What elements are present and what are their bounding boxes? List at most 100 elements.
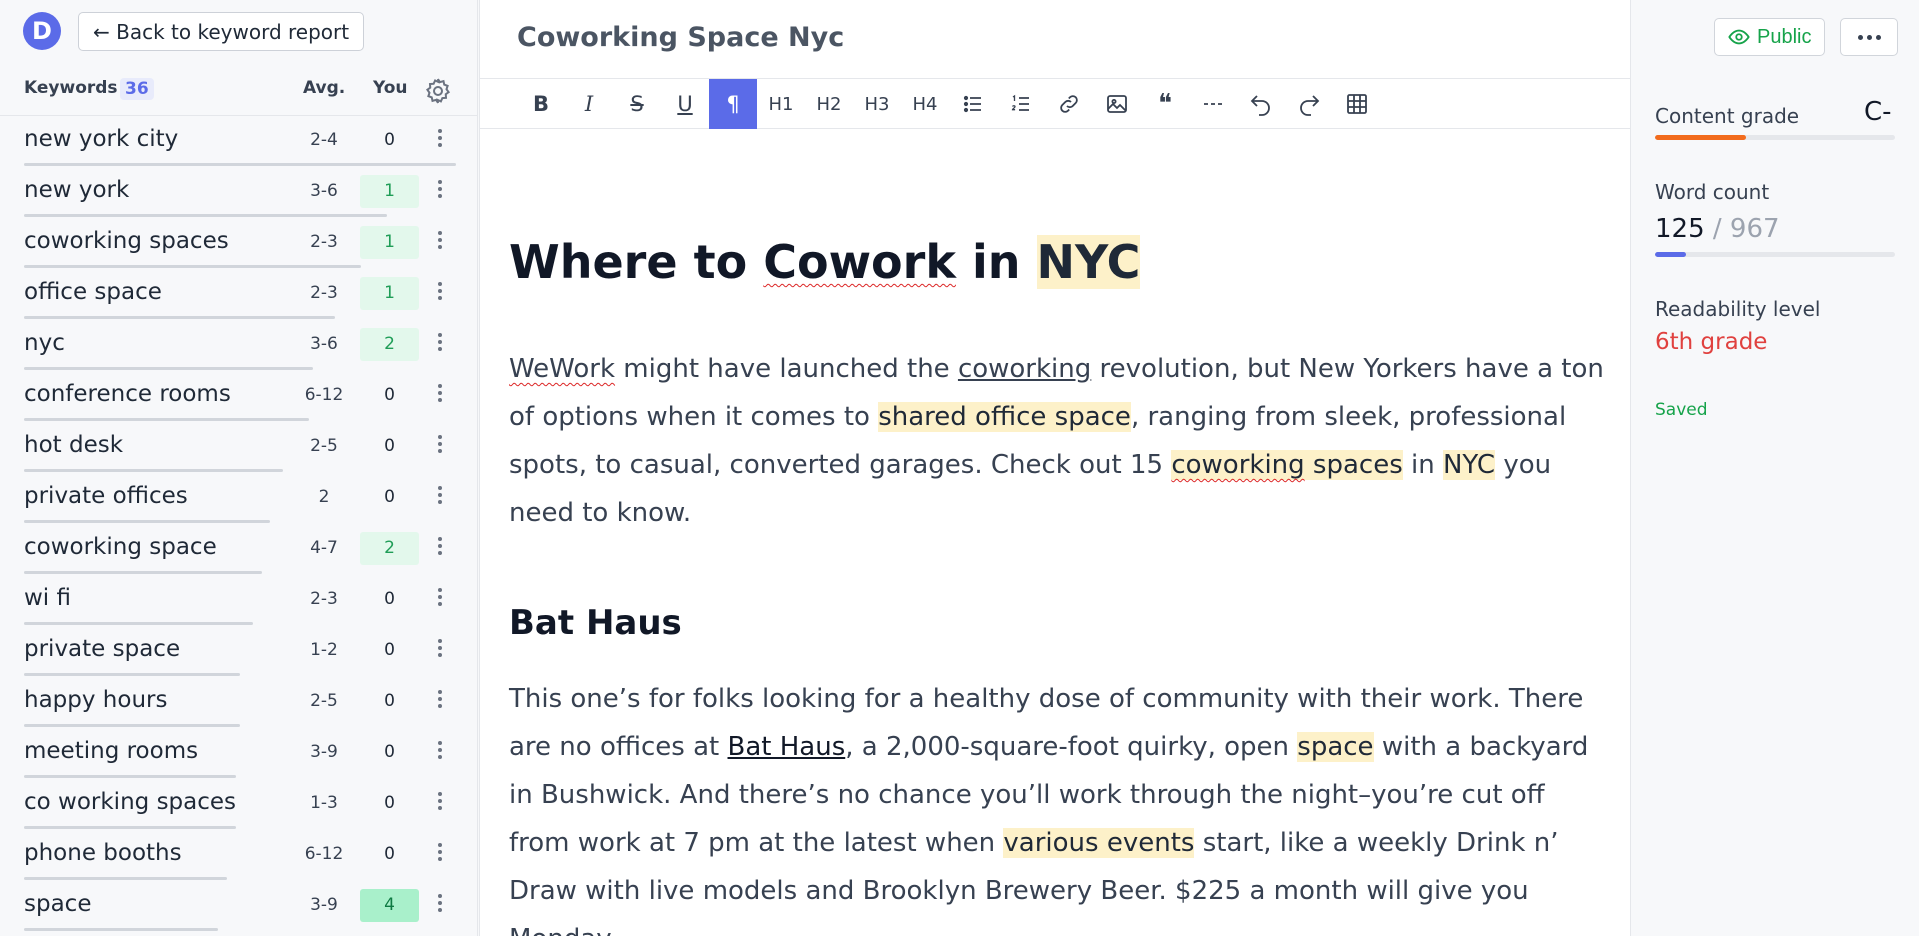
kebab-menu-icon[interactable] — [431, 126, 449, 154]
more-dot-icon — [1857, 34, 1863, 40]
kebab-menu-icon[interactable] — [431, 840, 449, 868]
keyword-highlight: spaces — [1304, 450, 1403, 480]
more-options-button[interactable] — [1840, 18, 1898, 56]
keyword-avg: 2-3 — [310, 232, 338, 252]
keyword-you-count: 2 — [360, 532, 419, 565]
keyword-name: space — [24, 891, 92, 917]
kebab-menu-icon[interactable] — [431, 534, 449, 562]
link-button[interactable] — [1045, 79, 1093, 129]
kebab-menu-icon[interactable] — [431, 687, 449, 715]
bullet-list-icon — [963, 95, 981, 113]
ordered-list-button[interactable] — [997, 79, 1045, 129]
back-to-keyword-report-button[interactable]: ← Back to keyword report — [78, 12, 365, 51]
redo-icon — [1300, 95, 1320, 116]
keyword-sidebar: D ← Back to keyword report Keywords 36 A… — [0, 0, 478, 936]
kebab-menu-icon[interactable] — [431, 789, 449, 817]
keyword-name: phone booths — [24, 840, 182, 866]
keyword-row[interactable]: office space 2-3 1 — [0, 269, 477, 320]
keyword-avg: 2 — [318, 487, 330, 507]
gear-icon[interactable] — [423, 76, 453, 106]
keyword-name: conference rooms — [24, 381, 231, 407]
keyword-avg: 2-3 — [310, 589, 338, 609]
bullet-list-button[interactable] — [949, 79, 997, 129]
document-title[interactable]: Coworking Space Nyc — [517, 22, 844, 53]
content-grade-value: C- — [1864, 97, 1892, 127]
kebab-menu-icon[interactable] — [431, 330, 449, 358]
keyword-highlight: shared office space — [878, 402, 1131, 432]
paragraph-button[interactable]: ¶ — [709, 79, 757, 129]
undo-button[interactable] — [1237, 79, 1285, 129]
keyword-row[interactable]: coworking space 4-7 2 — [0, 524, 477, 575]
heading-1-button[interactable]: H1 — [757, 79, 805, 129]
bold-button[interactable]: B — [517, 79, 565, 129]
paragraph-bat-haus[interactable]: This one’s for folks looking for a healt… — [509, 675, 1609, 936]
spellcheck-word[interactable]: WeWork — [509, 354, 615, 384]
bat-haus-link[interactable]: Bat Haus — [728, 732, 846, 762]
keyword-row[interactable]: nyc 3-6 2 — [0, 320, 477, 371]
keyword-highlight: NYC — [1036, 235, 1141, 289]
keyword-row[interactable]: conference rooms 6-12 0 — [0, 371, 477, 422]
kebab-menu-icon[interactable] — [431, 177, 449, 205]
keyword-row[interactable]: private offices 2 0 — [0, 473, 477, 524]
document-heading-1[interactable]: Where to Cowork in NYC — [509, 235, 1141, 289]
readability-value: 6th grade — [1655, 329, 1768, 355]
keyword-row[interactable]: new york 3-6 1 — [0, 167, 477, 218]
keyword-you-count: 4 — [360, 889, 419, 922]
app-logo[interactable]: D — [23, 12, 61, 50]
kebab-menu-icon[interactable] — [431, 738, 449, 766]
keyword-you-count: 1 — [360, 277, 419, 310]
keyword-row[interactable]: happy hours 2-5 0 — [0, 677, 477, 728]
italic-button[interactable]: I — [565, 79, 613, 129]
heading-2-button[interactable]: H2 — [805, 79, 853, 129]
keyword-usage-bar — [24, 622, 253, 625]
keyword-row[interactable]: wi fi 2-3 0 — [0, 575, 477, 626]
kebab-menu-icon[interactable] — [431, 483, 449, 511]
image-button[interactable] — [1093, 79, 1141, 129]
heading-3-button[interactable]: H3 — [853, 79, 901, 129]
keyword-avg: 6-12 — [304, 844, 344, 864]
table-button[interactable] — [1333, 79, 1381, 129]
keyword-name: coworking space — [24, 534, 217, 560]
keyword-row[interactable]: phone booths 6-12 0 — [0, 830, 477, 881]
document-heading-2[interactable]: Bat Haus — [509, 603, 682, 643]
horizontal-rule-icon — [1204, 103, 1222, 105]
keyword-row[interactable]: new york city 2-4 0 — [0, 116, 477, 167]
public-button[interactable]: Public — [1714, 18, 1826, 56]
paragraph-intro[interactable]: WeWork might have launched the coworking… — [509, 345, 1609, 537]
underline-button[interactable]: U — [661, 79, 709, 129]
keyword-you-count: 0 — [384, 742, 395, 762]
kebab-menu-icon[interactable] — [431, 891, 449, 919]
redo-button[interactable] — [1285, 79, 1333, 129]
keyword-row[interactable]: space 3-9 4 — [0, 881, 477, 932]
keyword-usage-bar — [24, 928, 218, 931]
kebab-menu-icon[interactable] — [431, 381, 449, 409]
kebab-menu-icon[interactable] — [431, 228, 449, 256]
readability-label: Readability level — [1655, 297, 1821, 321]
blockquote-button[interactable]: ❝ — [1141, 79, 1189, 129]
keyword-highlight: NYC — [1442, 450, 1496, 480]
keyword-row[interactable]: coworking spaces 2-3 1 — [0, 218, 477, 269]
strikethrough-button[interactable]: S — [613, 79, 661, 129]
kebab-menu-icon[interactable] — [431, 432, 449, 460]
heading-4-button[interactable]: H4 — [901, 79, 949, 129]
keyword-you-count: 0 — [384, 385, 395, 405]
keyword-row[interactable]: private space 1-2 0 — [0, 626, 477, 677]
keyword-you-count: 0 — [384, 844, 395, 864]
keyword-usage-bar — [24, 316, 335, 319]
undo-icon — [1250, 95, 1270, 116]
avg-column-header: Avg. — [303, 78, 346, 98]
kebab-menu-icon[interactable] — [431, 585, 449, 613]
keywords-count-badge: 36 — [120, 78, 154, 100]
keyword-you-count: 0 — [384, 487, 395, 507]
keyword-row[interactable]: hot desk 2-5 0 — [0, 422, 477, 473]
keyword-name: new york — [24, 177, 130, 203]
keyword-row[interactable]: meeting rooms 3-9 0 — [0, 728, 477, 779]
horizontal-rule-button[interactable] — [1189, 79, 1237, 129]
keyword-avg: 3-9 — [310, 742, 338, 762]
kebab-menu-icon[interactable] — [431, 279, 449, 307]
kebab-menu-icon[interactable] — [431, 636, 449, 664]
spellcheck-word[interactable]: Cowork — [763, 235, 956, 289]
keyword-avg: 6-12 — [304, 385, 344, 405]
keyword-avg: 3-6 — [310, 181, 338, 201]
keyword-row[interactable]: co working spaces 1-3 0 — [0, 779, 477, 830]
